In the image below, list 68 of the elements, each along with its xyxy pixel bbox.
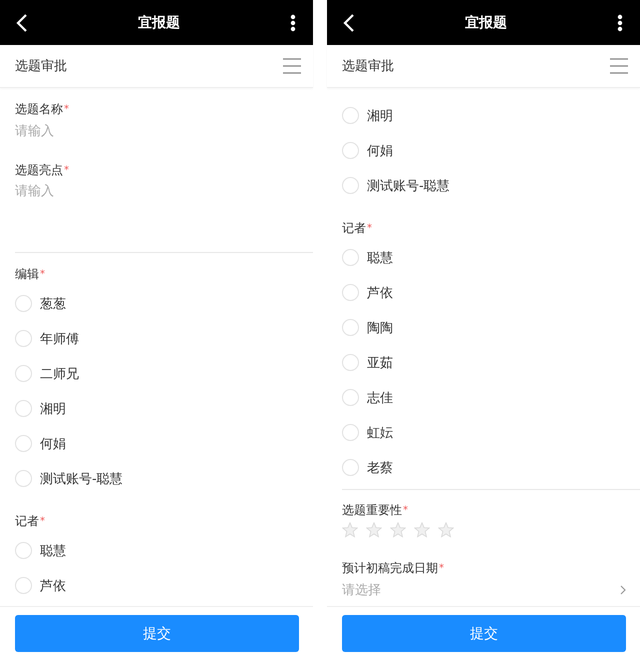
option-label[interactable]: 芦依: [367, 284, 393, 302]
radio-button[interactable]: [342, 389, 359, 406]
option-label[interactable]: 测试账号-聪慧: [367, 176, 450, 194]
option-label[interactable]: 志佳: [367, 388, 393, 406]
field-label: 编辑: [15, 266, 39, 282]
option-label[interactable]: 测试账号-聪慧: [40, 470, 123, 488]
radio-button[interactable]: [15, 542, 32, 559]
option-label[interactable]: 老蔡: [367, 458, 393, 476]
radio-button[interactable]: [15, 400, 32, 417]
option-label[interactable]: 葱葱: [40, 294, 66, 312]
option-label[interactable]: 何娟: [367, 142, 393, 160]
option-label[interactable]: 二师兄: [40, 364, 79, 382]
required-mark: *: [40, 516, 45, 526]
field-label: 记者: [15, 512, 39, 530]
screen-title: 宜报题: [465, 14, 507, 32]
section-title: 选题审批: [342, 58, 394, 75]
back-icon[interactable]: [16, 14, 28, 32]
required-mark: *: [64, 104, 69, 114]
option-label[interactable]: 聪慧: [40, 542, 66, 560]
radio-button[interactable]: [15, 330, 32, 347]
option-label[interactable]: 亚茹: [367, 354, 393, 372]
field-label: 选题亮点: [15, 162, 63, 178]
star-icon[interactable]: [342, 522, 358, 538]
input-field[interactable]: 请输入: [15, 182, 295, 252]
more-icon[interactable]: [290, 14, 296, 32]
option-label[interactable]: 湘明: [367, 106, 393, 124]
field-label: 选题名称: [15, 100, 63, 118]
field-label: 预计初稿完成日期: [342, 560, 438, 576]
option-label[interactable]: 年师傅: [40, 330, 79, 348]
star-icon[interactable]: [366, 522, 382, 538]
radio-button[interactable]: [342, 354, 359, 371]
required-mark: *: [439, 562, 444, 574]
required-mark: *: [40, 268, 45, 280]
field-label: 记者: [342, 220, 366, 236]
chevron-right-icon[interactable]: [620, 585, 626, 595]
radio-button[interactable]: [342, 249, 359, 266]
screen-title: 宜报题: [138, 14, 180, 32]
menu-icon[interactable]: [610, 58, 628, 74]
radio-button[interactable]: [15, 470, 32, 487]
back-icon[interactable]: [343, 14, 355, 32]
radio-button[interactable]: [342, 142, 359, 159]
required-mark: *: [403, 504, 408, 516]
star-icon[interactable]: [414, 522, 430, 538]
input-field[interactable]: 请输入: [15, 119, 295, 143]
radio-button[interactable]: [342, 107, 359, 124]
option-label[interactable]: 芦依: [40, 576, 66, 594]
section-title: 选题审批: [15, 58, 67, 75]
radio-button[interactable]: [342, 424, 359, 441]
option-label[interactable]: 何娟: [40, 434, 66, 452]
radio-button[interactable]: [15, 577, 32, 594]
star-icon[interactable]: [438, 522, 454, 538]
required-mark: *: [64, 164, 69, 176]
radio-button[interactable]: [342, 284, 359, 301]
menu-icon[interactable]: [283, 58, 301, 74]
radio-button[interactable]: [15, 365, 32, 382]
field-label: 选题重要性: [342, 502, 402, 518]
option-label[interactable]: 聪慧: [367, 248, 393, 266]
more-icon[interactable]: [617, 14, 623, 32]
star-icon[interactable]: [390, 522, 406, 538]
required-mark: *: [367, 222, 372, 234]
radio-button[interactable]: [15, 435, 32, 452]
option-label[interactable]: 陶陶: [367, 318, 393, 336]
radio-button[interactable]: [15, 295, 32, 312]
option-label[interactable]: 虹妘: [367, 424, 393, 442]
radio-button[interactable]: [342, 319, 359, 336]
radio-button[interactable]: [342, 177, 359, 194]
option-label[interactable]: 湘明: [40, 400, 66, 418]
radio-button[interactable]: [342, 459, 359, 476]
